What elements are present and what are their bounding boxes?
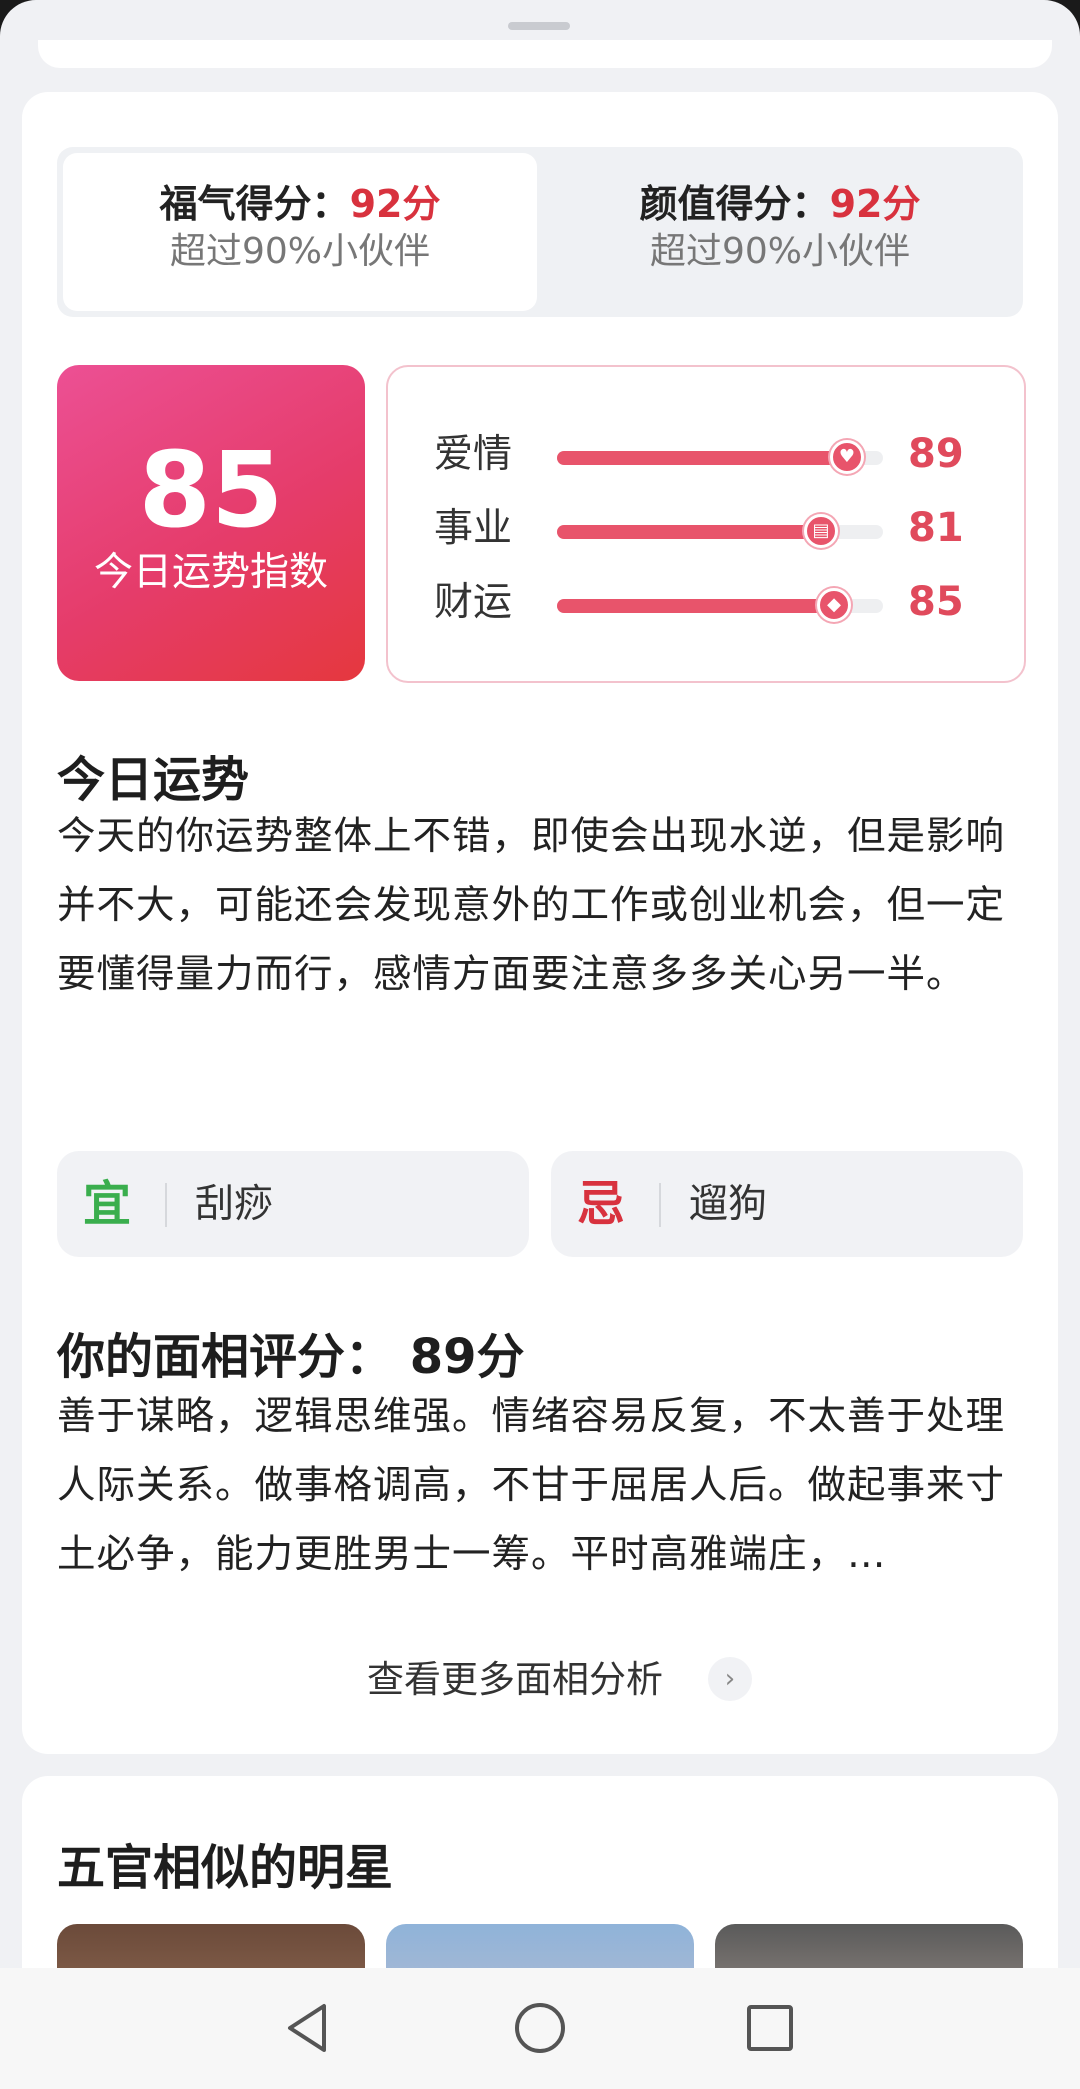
- bar-fill-love: [557, 451, 847, 465]
- bar-row-love: 爱情 ♥ 89: [388, 425, 1024, 485]
- heart-icon: ♥: [830, 440, 864, 474]
- previous-card-edge: [38, 40, 1052, 68]
- ji-char: 忌: [577, 1176, 626, 1232]
- bar-fill-wealth: [557, 599, 834, 613]
- bar-track-career: ▤: [557, 514, 883, 548]
- back-icon[interactable]: [280, 1998, 340, 2058]
- recents-icon[interactable]: [740, 1998, 800, 2058]
- bar-row-wealth: 财运 ◆ 85: [388, 573, 1024, 633]
- tab-fortune-score-sub: 超过90%小伙伴: [169, 231, 431, 272]
- tab-looks-score-label: 颜值得分：: [639, 182, 830, 226]
- fortune-index-label: 今日运势指数: [93, 550, 328, 595]
- bar-row-career: 事业 ▤ 81: [388, 499, 1024, 559]
- fortune-index-value: 85: [138, 429, 284, 551]
- face-score-title: 你的面相评分： 89分: [57, 1329, 525, 1385]
- similar-stars-title: 五官相似的明星: [57, 1840, 394, 1896]
- today-fortune-text: 今天的你运势整体上不错，即使会出现水逆，但是影响并不大，可能还会发现意外的工作或…: [57, 814, 1006, 997]
- divider: [165, 1183, 167, 1227]
- bar-value-career: 81: [908, 505, 964, 551]
- today-fortune-title: 今日运势: [57, 752, 250, 808]
- face-score-text: 善于谋略，逻辑思维强。情绪容易反复，不太善于处理人际关系。做事格调高，不甘于屈居…: [57, 1394, 1006, 1577]
- yi-char: 宜: [83, 1176, 132, 1232]
- bar-track-wealth: ◆: [557, 588, 883, 622]
- diamond-icon: ◆: [817, 588, 851, 622]
- tab-fortune-score-label: 福气得分：: [159, 182, 350, 226]
- bar-label-career: 事业: [434, 506, 513, 551]
- bar-value-wealth: 85: [908, 579, 964, 625]
- fortune-bars-panel: 爱情 ♥ 89 事业 ▤ 81 财运 ◆ 85: [386, 365, 1026, 683]
- bar-track-love: ♥: [557, 440, 883, 474]
- ji-text: 遛狗: [689, 1182, 768, 1227]
- yi-text: 刮痧: [195, 1182, 274, 1227]
- more-face-analysis-link[interactable]: 查看更多面相分析: [367, 1655, 663, 1705]
- bar-label-love: 爱情: [434, 432, 513, 477]
- bar-fill-career: [557, 525, 821, 539]
- sheet-drag-handle[interactable]: [508, 22, 570, 30]
- tab-fortune-score-value: 92分: [349, 182, 441, 226]
- tab-looks-score[interactable]: 颜值得分：92分 超过90%小伙伴: [543, 153, 1017, 311]
- fortune-index-badge: 85 今日运势指数: [57, 365, 365, 681]
- yi-box: 宜 刮痧: [57, 1151, 529, 1257]
- home-icon[interactable]: [510, 1998, 570, 2058]
- tab-fortune-score[interactable]: 福气得分：92分 超过90%小伙伴: [63, 153, 537, 311]
- tab-looks-score-value: 92分: [829, 182, 921, 226]
- chevron-right-icon[interactable]: ›: [708, 1657, 752, 1701]
- fortune-card: 福气得分：92分 超过90%小伙伴 颜值得分：92分 超过90%小伙伴 85 今…: [22, 92, 1058, 1754]
- bottom-sheet: 福气得分：92分 超过90%小伙伴 颜值得分：92分 超过90%小伙伴 85 今…: [0, 0, 1080, 2089]
- score-tabs: 福气得分：92分 超过90%小伙伴 颜值得分：92分 超过90%小伙伴: [57, 147, 1023, 317]
- bar-label-wealth: 财运: [434, 580, 513, 625]
- divider: [659, 1183, 661, 1227]
- tab-looks-score-sub: 超过90%小伙伴: [649, 231, 911, 272]
- system-nav-bar: [0, 1968, 1080, 2089]
- briefcase-icon: ▤: [804, 514, 838, 548]
- ji-box: 忌 遛狗: [551, 1151, 1023, 1257]
- bar-value-love: 89: [908, 431, 964, 477]
